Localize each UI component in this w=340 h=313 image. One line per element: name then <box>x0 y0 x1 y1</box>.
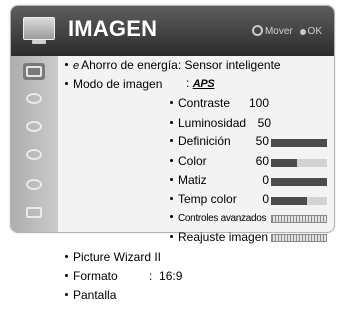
option-menu-icon[interactable] <box>23 204 45 221</box>
picture-wizard-item[interactable]: Picture Wizard II <box>65 250 161 265</box>
picture-wizard-label: Picture Wizard II <box>73 250 162 264</box>
time-menu-icon[interactable] <box>23 146 45 163</box>
picture-mode-label: Modo de imagen <box>73 77 163 91</box>
audio-menu-icon[interactable] <box>23 90 45 107</box>
aspect-ratio-item[interactable]: Formato <box>65 269 118 284</box>
brightness-value: 50 <box>257 116 271 130</box>
contrast-item[interactable]: Contraste <box>170 96 230 111</box>
color-item[interactable]: Color <box>170 154 207 169</box>
tv-picture-icon <box>21 15 57 49</box>
picture-reset-item[interactable]: Reajuste imagen <box>170 230 268 245</box>
menu-title: IMAGEN <box>68 16 158 41</box>
picture-menu-icon[interactable] <box>23 63 45 80</box>
advanced-controls-item[interactable]: Controles avanzados <box>170 211 267 226</box>
sharpness-value: 50 <box>255 134 269 148</box>
color-temperature-item[interactable]: Temp color <box>170 192 237 207</box>
color-temperature-value: 0 <box>262 192 269 206</box>
contrast-label: Contraste <box>178 96 231 110</box>
advanced-controls-label: Controles avanzados <box>178 213 267 224</box>
aspect-ratio-value: : 16:9 <box>149 269 183 283</box>
tint-label: Matiz <box>178 173 207 187</box>
eco-icon: e <box>73 60 80 72</box>
contrast-value: 100 <box>248 96 269 110</box>
advanced-controls-indicator <box>271 215 327 223</box>
menu-sidebar <box>11 56 58 232</box>
picture-mode-value: : APS <box>186 76 215 90</box>
screen-label: Pantalla <box>73 288 117 302</box>
color-value: 60 <box>255 154 269 168</box>
setup-menu-icon[interactable] <box>23 118 45 135</box>
ok-hint-label: OK <box>307 26 322 37</box>
brightness-label: Luminosidad <box>178 116 247 130</box>
picture-menu-osd: IMAGEN Mover OK e Ahorro de energía: Sens… <box>10 5 335 312</box>
move-hint-label: Mover <box>264 26 293 37</box>
menu-titlebar: IMAGEN Mover OK <box>11 6 334 56</box>
ok-icon <box>299 29 306 35</box>
sharpness-item[interactable]: Definición <box>170 134 231 149</box>
move-icon <box>251 25 263 36</box>
energy-saving-label: Ahorro de energía: Sensor inteligente <box>81 58 281 72</box>
color-slider[interactable] <box>271 159 327 167</box>
energy-saving-item[interactable]: e Ahorro de energía: Sensor inteligente <box>65 58 281 74</box>
color-temperature-label: Temp color <box>178 192 237 206</box>
picture-reset-label: Reajuste imagen <box>178 230 269 244</box>
picture-reset-indicator <box>271 234 327 242</box>
screen-item[interactable]: Pantalla <box>65 288 116 303</box>
brightness-item[interactable]: Luminosidad <box>170 116 246 131</box>
aspect-ratio-label: Formato <box>73 269 118 283</box>
sharpness-slider[interactable] <box>271 139 327 147</box>
lock-menu-icon[interactable] <box>23 176 45 193</box>
tint-value: 0 <box>262 173 269 187</box>
color-temperature-slider[interactable] <box>271 197 327 205</box>
tint-item[interactable]: Matiz <box>170 173 207 188</box>
aps-mode-logo: APS <box>192 78 215 90</box>
picture-mode-item[interactable]: Modo de imagen <box>65 77 162 92</box>
tint-slider[interactable] <box>271 178 327 186</box>
sharpness-label: Definición <box>178 134 231 148</box>
color-label: Color <box>178 154 207 168</box>
navigation-hint: Mover OK <box>251 25 322 37</box>
